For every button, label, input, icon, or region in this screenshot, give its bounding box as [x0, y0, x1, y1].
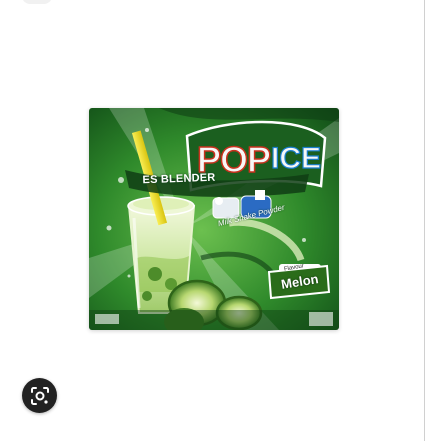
viewer-edge-divider: [424, 0, 425, 441]
series-label: ES BLENDER: [142, 171, 216, 187]
series-label-wrap: ES BLENDER: [131, 168, 228, 189]
product-image-artwork: POP ICE: [89, 108, 339, 330]
svg-text:ICE: ICE: [271, 142, 321, 175]
partial-circle-icon: [22, 0, 52, 4]
google-lens-button[interactable]: [22, 378, 57, 413]
info-strip: [89, 310, 339, 330]
google-lens-icon: [30, 386, 49, 405]
product-image[interactable]: POP ICE ES BLENDER Milk Shake Powder Fla…: [89, 108, 339, 330]
image-viewer: POP ICE ES BLENDER Milk Shake Powder Fla…: [0, 0, 441, 441]
